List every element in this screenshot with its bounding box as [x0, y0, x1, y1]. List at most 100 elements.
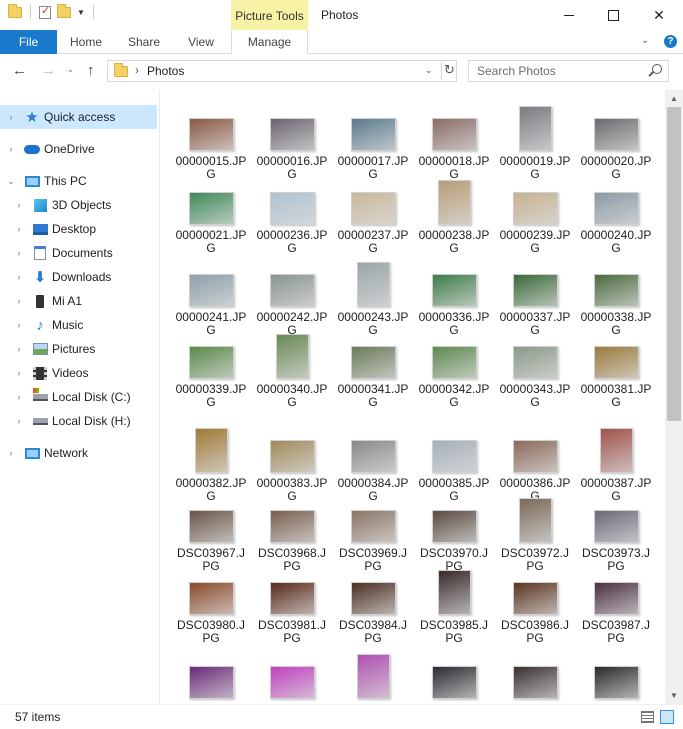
expand-arrow-icon[interactable]: › [14, 320, 24, 330]
tab-manage[interactable]: Manage [231, 30, 308, 55]
tab-file[interactable]: File [0, 30, 57, 54]
sidebar-item-videos[interactable]: › Videos [0, 361, 157, 385]
file-item[interactable]: DSC03998.JPG [580, 654, 652, 704]
expand-arrow-icon[interactable]: › [14, 200, 24, 210]
file-item[interactable]: 00000342.JPG [418, 334, 490, 409]
file-item[interactable]: 00000341.JPG [337, 334, 409, 409]
new-folder-icon[interactable] [57, 3, 71, 18]
file-item[interactable]: DSC03969.JPG [337, 498, 409, 573]
expand-arrow-icon[interactable]: › [14, 392, 24, 402]
file-item[interactable]: 00000336.JPG [418, 262, 490, 337]
back-button[interactable]: ← [12, 62, 27, 79]
file-item[interactable]: 00000242.JPG [256, 262, 328, 337]
expand-arrow-icon[interactable]: › [14, 344, 24, 354]
file-item[interactable]: DSC03993.JPG [175, 654, 247, 704]
customize-toolbar-icon[interactable]: ▼ [77, 8, 85, 17]
sidebar-item-network[interactable]: › Network [0, 441, 157, 465]
file-item[interactable]: 00000386.JPG [499, 428, 571, 503]
expand-arrow-icon[interactable]: › [14, 368, 24, 378]
minimize-button[interactable] [546, 0, 592, 30]
expand-arrow-icon[interactable]: › [14, 296, 24, 306]
tab-view[interactable]: View [182, 30, 220, 54]
file-item[interactable]: 00000339.JPG [175, 334, 247, 409]
recent-locations-icon[interactable]: ⌄ [67, 65, 74, 74]
expand-arrow-icon[interactable]: › [14, 248, 24, 258]
forward-button[interactable]: → [41, 62, 56, 79]
file-item[interactable]: DSC03980.JPG [175, 570, 247, 645]
sidebar-item-mi-a1[interactable]: › Mi A1 [0, 289, 157, 313]
tab-share[interactable]: Share [124, 30, 164, 54]
file-item[interactable]: DSC03984.JPG [337, 570, 409, 645]
file-item[interactable]: 00000338.JPG [580, 262, 652, 337]
file-item[interactable]: 00000387.JPG [580, 428, 652, 503]
file-item[interactable]: 00000017.JPG [337, 106, 409, 181]
expand-arrow-icon[interactable]: › [14, 416, 24, 426]
help-icon[interactable]: ? [664, 35, 677, 48]
expand-arrow-icon[interactable]: › [6, 448, 16, 458]
breadcrumb-separator[interactable]: › [135, 63, 139, 77]
close-button[interactable]: ✕ [636, 0, 682, 30]
sidebar-item-music[interactable]: › ♪ Music [0, 313, 157, 337]
file-item[interactable]: 00000383.JPG [256, 428, 328, 503]
scroll-up-icon[interactable]: ▲ [665, 90, 683, 107]
sidebar-item-local-disk-h[interactable]: › Local Disk (H:) [0, 409, 157, 433]
file-item[interactable]: 00000381.JPG [580, 334, 652, 409]
file-item[interactable]: DSC03994.JPG [256, 654, 328, 704]
file-item[interactable]: DSC03968.JPG [256, 498, 328, 573]
scroll-down-icon[interactable]: ▼ [665, 687, 683, 704]
file-item[interactable]: 00000021.JPG [175, 180, 247, 255]
file-item[interactable]: 00000384.JPG [337, 428, 409, 503]
file-item[interactable]: 00000016.JPG [256, 106, 328, 181]
file-item[interactable]: DSC03981.JPG [256, 570, 328, 645]
address-bar[interactable]: › Photos ⌄ ↻ [107, 60, 457, 82]
file-item[interactable]: 00000237.JPG [337, 180, 409, 255]
expand-arrow-icon[interactable]: › [6, 144, 16, 154]
file-item[interactable]: DSC03970.JPG [418, 498, 490, 573]
search-input[interactable]: Search Photos [477, 64, 556, 78]
vertical-scrollbar[interactable]: ▲ ▼ [665, 90, 683, 704]
file-item[interactable]: DSC03986.JPG [499, 570, 571, 645]
file-item[interactable]: DSC03973.JPG [580, 498, 652, 573]
file-item[interactable]: 00000238.JPG [418, 180, 490, 255]
file-item[interactable]: 00000015.JPG [175, 106, 247, 181]
file-item[interactable]: 00000340.JPG [256, 334, 328, 409]
collapse-arrow-icon[interactable]: ⌄ [6, 176, 16, 187]
file-item[interactable]: 00000382.JPG [175, 428, 247, 503]
file-item[interactable]: DSC03967.JPG [175, 498, 247, 573]
file-item[interactable]: 00000243.JPG [337, 262, 409, 337]
sidebar-item-quick-access[interactable]: › ★ Quick access [0, 105, 157, 129]
refresh-icon[interactable]: ↻ [441, 62, 455, 80]
search-box[interactable]: Search Photos [468, 60, 669, 82]
tab-home[interactable]: Home [66, 30, 106, 54]
file-item[interactable]: 00000020.JPG [580, 106, 652, 181]
properties-icon[interactable] [39, 4, 51, 19]
file-item[interactable]: DSC03985.JPG [418, 570, 490, 645]
file-item[interactable]: 00000018.JPG [418, 106, 490, 181]
file-item[interactable]: 00000337.JPG [499, 262, 571, 337]
expand-ribbon-icon[interactable]: ⌄ [641, 35, 649, 46]
file-item[interactable]: 00000239.JPG [499, 180, 571, 255]
expand-arrow-icon[interactable]: › [14, 224, 24, 234]
sidebar-item-downloads[interactable]: › ⬇ Downloads [0, 265, 157, 289]
maximize-button[interactable] [590, 0, 636, 30]
file-item[interactable]: 00000385.JPG [418, 428, 490, 503]
file-item[interactable]: 00000241.JPG [175, 262, 247, 337]
file-item[interactable]: DSC03996.JPG [418, 654, 490, 704]
scrollbar-thumb[interactable] [667, 107, 681, 421]
large-icons-view-icon[interactable] [660, 710, 674, 724]
file-item[interactable]: 00000236.JPG [256, 180, 328, 255]
sidebar-item-this-pc[interactable]: ⌄ This PC [0, 169, 157, 193]
up-button[interactable]: ↑ [87, 62, 95, 79]
file-item[interactable]: DSC03997.JPG [499, 654, 571, 704]
expand-arrow-icon[interactable]: › [6, 112, 16, 122]
sidebar-item-onedrive[interactable]: › OneDrive [0, 137, 157, 161]
file-item[interactable]: DSC03987.JPG [580, 570, 652, 645]
details-view-icon[interactable] [641, 711, 654, 723]
file-item[interactable]: 00000019.JPG [499, 106, 571, 181]
sidebar-item-3d-objects[interactable]: › 3D Objects [0, 193, 157, 217]
file-item[interactable]: 00000343.JPG [499, 334, 571, 409]
expand-arrow-icon[interactable]: › [14, 272, 24, 282]
sidebar-item-desktop[interactable]: › Desktop [0, 217, 157, 241]
breadcrumb-photos[interactable]: Photos [147, 64, 184, 78]
sidebar-item-documents[interactable]: › Documents [0, 241, 157, 265]
